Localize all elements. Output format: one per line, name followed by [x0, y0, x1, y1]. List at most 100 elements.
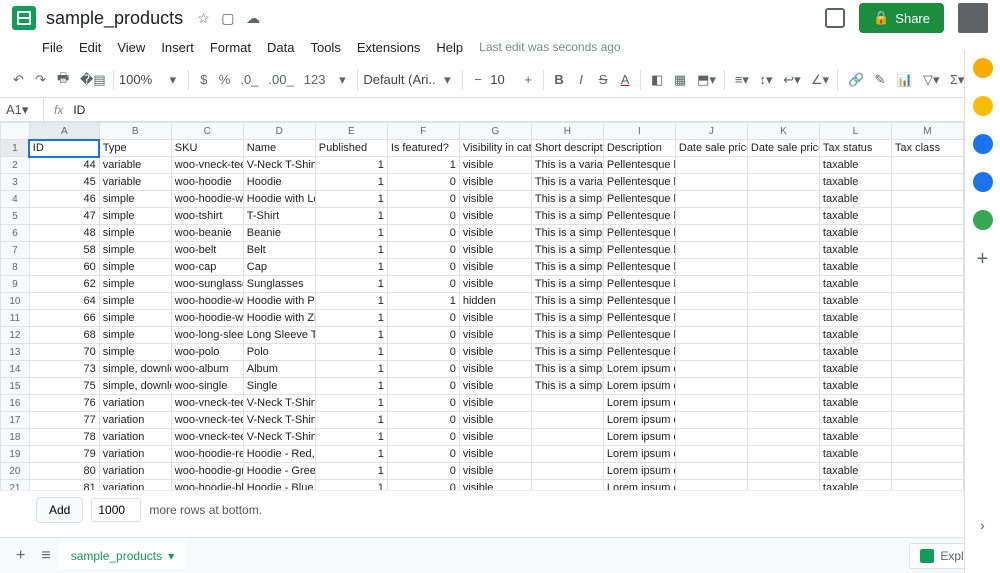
row-header[interactable]: 9 [1, 276, 30, 293]
cell[interactable] [747, 259, 819, 276]
menu-view[interactable]: View [117, 40, 145, 55]
cell[interactable]: 79 [29, 446, 99, 463]
cell[interactable] [747, 344, 819, 361]
cell[interactable]: 80 [29, 463, 99, 480]
cell[interactable]: 45 [29, 174, 99, 191]
row-header[interactable]: 13 [1, 344, 30, 361]
row-header[interactable]: 19 [1, 446, 30, 463]
cell[interactable]: woo-album [171, 361, 243, 378]
cell[interactable]: T-Shirt [243, 208, 315, 225]
cell[interactable] [747, 191, 819, 208]
cell[interactable]: This is a simple [531, 327, 603, 344]
cell[interactable] [531, 446, 603, 463]
cell[interactable]: simple, downloadable [99, 378, 171, 395]
cell[interactable]: taxable [819, 157, 891, 174]
cell[interactable]: This is a simple [531, 259, 603, 276]
cell[interactable] [747, 463, 819, 480]
col-header-F[interactable]: F [387, 123, 459, 140]
text-color-button[interactable]: A [615, 68, 635, 91]
paint-format-button[interactable]: �▤ [75, 68, 108, 92]
cell[interactable] [531, 395, 603, 412]
col-header-I[interactable]: I [603, 123, 675, 140]
cell[interactable] [891, 463, 963, 480]
cell[interactable]: 1 [315, 429, 387, 446]
cell[interactable] [675, 259, 747, 276]
row-header[interactable]: 1 [1, 140, 30, 157]
cell[interactable]: Hoodie - Red, No [243, 446, 315, 463]
cell[interactable]: 0 [387, 208, 459, 225]
cell[interactable]: This is a variable [531, 157, 603, 174]
cell[interactable]: This is a simple [531, 293, 603, 310]
cell[interactable]: Lorem ipsum dolor sit amet, consectetur … [603, 446, 675, 463]
col-header-M[interactable]: M [891, 123, 963, 140]
name-box[interactable]: A1 ▾ [0, 98, 44, 121]
cell[interactable] [891, 429, 963, 446]
row-header[interactable]: 15 [1, 378, 30, 395]
menu-edit[interactable]: Edit [79, 40, 101, 55]
italic-button[interactable]: I [571, 68, 591, 91]
menu-tools[interactable]: Tools [310, 40, 340, 55]
cell[interactable]: 44 [29, 157, 99, 174]
col-header-E[interactable]: E [315, 123, 387, 140]
cell[interactable]: 0 [387, 276, 459, 293]
cell[interactable]: 78 [29, 429, 99, 446]
cell[interactable] [747, 361, 819, 378]
cell[interactable]: simple [99, 327, 171, 344]
row-header[interactable]: 20 [1, 463, 30, 480]
row-header[interactable]: 7 [1, 242, 30, 259]
borders-button[interactable]: ▦ [669, 68, 690, 92]
cell[interactable]: taxable [819, 446, 891, 463]
cell[interactable]: Polo [243, 344, 315, 361]
cell[interactable]: Tax status [819, 140, 891, 157]
cell[interactable]: 0 [387, 191, 459, 208]
cell[interactable]: Long Sleeve Tee [243, 327, 315, 344]
cell[interactable]: 46 [29, 191, 99, 208]
font-size-input[interactable] [490, 72, 516, 87]
cell[interactable]: visible [459, 259, 531, 276]
cell[interactable] [675, 174, 747, 191]
col-header-K[interactable]: K [747, 123, 819, 140]
cell[interactable]: simple [99, 191, 171, 208]
cell[interactable] [891, 225, 963, 242]
cell[interactable]: 1 [387, 157, 459, 174]
menu-insert[interactable]: Insert [161, 40, 194, 55]
h-align-button[interactable]: ≡▾ [730, 68, 753, 92]
cell[interactable]: 58 [29, 242, 99, 259]
tab-dropdown-icon[interactable]: ▾ [168, 549, 174, 563]
cell[interactable]: 77 [29, 412, 99, 429]
cell[interactable]: woo-single [171, 378, 243, 395]
cell[interactable]: woo-polo [171, 344, 243, 361]
cell[interactable]: Belt [243, 242, 315, 259]
addons-button[interactable]: + [977, 248, 989, 271]
star-icon[interactable]: ☆ [197, 10, 210, 26]
cell[interactable] [675, 463, 747, 480]
cell[interactable]: simple [99, 225, 171, 242]
row-header[interactable]: 12 [1, 327, 30, 344]
cell[interactable]: Published [315, 140, 387, 157]
cell[interactable]: V-Neck T-Shirt - [243, 395, 315, 412]
cell[interactable]: 1 [387, 293, 459, 310]
cell[interactable]: woo-tshirt [171, 208, 243, 225]
select-all-corner[interactable] [1, 123, 30, 140]
cell[interactable] [675, 429, 747, 446]
cell[interactable]: 62 [29, 276, 99, 293]
format-0[interactable]: .0_ [235, 68, 263, 91]
cell[interactable]: visible [459, 327, 531, 344]
cell[interactable]: variation [99, 395, 171, 412]
cell[interactable]: 1 [315, 191, 387, 208]
cell[interactable]: visible [459, 157, 531, 174]
cell[interactable] [747, 293, 819, 310]
cell[interactable]: simple, downloadable [99, 361, 171, 378]
cell[interactable] [675, 344, 747, 361]
cell[interactable]: 0 [387, 395, 459, 412]
menu-file[interactable]: File [42, 40, 63, 55]
comments-icon[interactable] [825, 8, 845, 28]
undo-button[interactable]: ↶ [8, 68, 28, 92]
cell[interactable] [675, 395, 747, 412]
cell[interactable]: Lorem ipsum dolor sit amet, consectetur … [603, 463, 675, 480]
more-formats-dropdown[interactable]: ▾ [332, 68, 352, 92]
cell[interactable]: 1 [315, 327, 387, 344]
cell[interactable] [675, 361, 747, 378]
cell[interactable]: Hoodie [243, 174, 315, 191]
account-avatar[interactable] [958, 3, 988, 33]
